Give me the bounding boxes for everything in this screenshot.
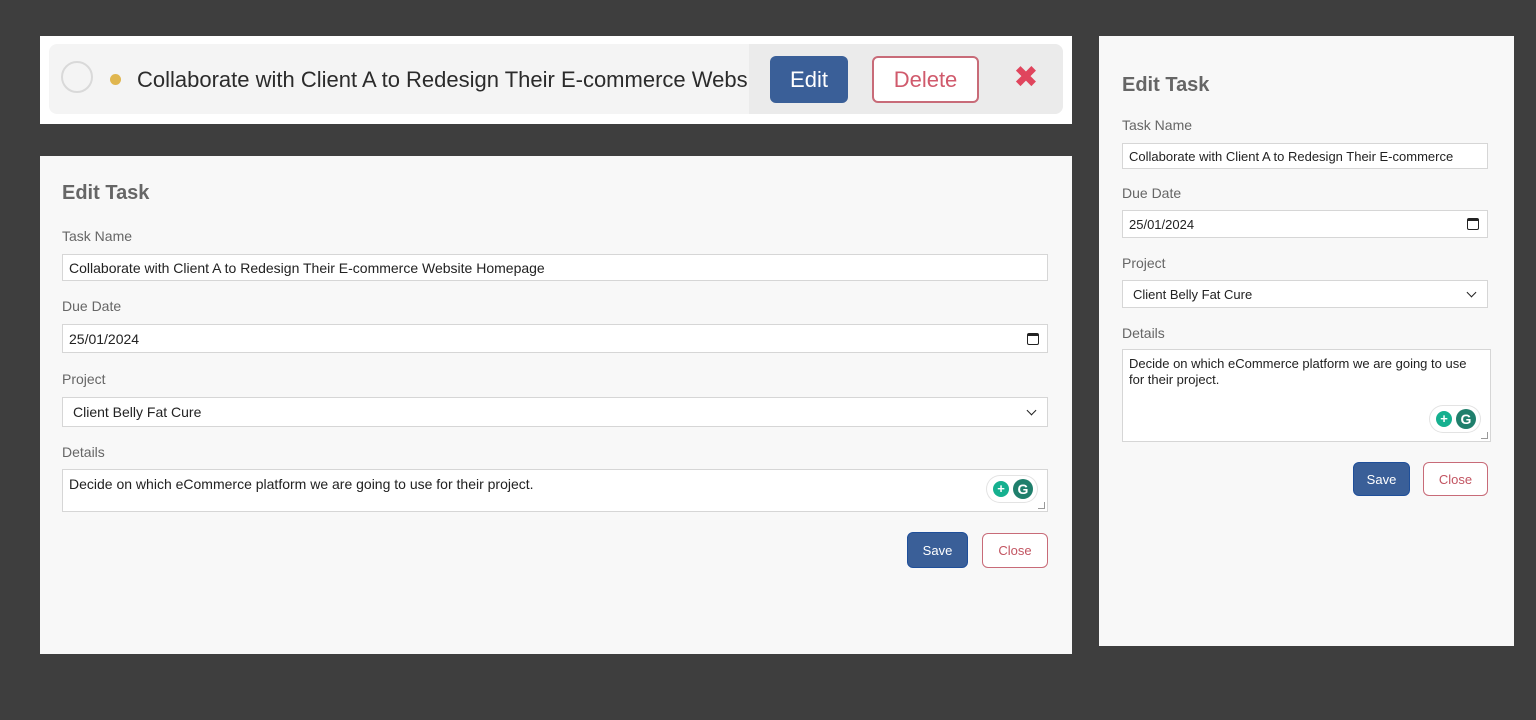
task-name-label: Task Name — [62, 228, 133, 244]
complete-checkbox-icon[interactable] — [61, 61, 93, 93]
task-row-actions: Edit Delete ✖ — [749, 44, 1063, 114]
details-label: Details — [62, 444, 105, 460]
project-select[interactable]: Client Belly Fat Cure — [1122, 280, 1488, 308]
chevron-down-icon — [1026, 405, 1037, 415]
task-row-card: Collaborate with Client A to Redesign Th… — [40, 36, 1072, 124]
close-button[interactable]: Close — [1423, 462, 1488, 496]
grammar-assistant-widget[interactable]: + G — [1430, 406, 1480, 432]
resize-handle-icon[interactable] — [1038, 502, 1045, 509]
details-textarea[interactable]: Decide on which eCommerce platform we ar… — [1122, 349, 1491, 442]
resize-handle-icon[interactable] — [1481, 432, 1488, 439]
lightbulb-icon[interactable]: + — [993, 481, 1009, 497]
project-selected-value: Client Belly Fat Cure — [73, 404, 202, 420]
grammarly-icon[interactable]: G — [1456, 409, 1476, 429]
panel-heading: Edit Task — [62, 182, 150, 204]
edit-button[interactable]: Edit — [770, 56, 848, 103]
due-date-label: Due Date — [1122, 185, 1182, 201]
task-row: Collaborate with Client A to Redesign Th… — [49, 44, 1063, 114]
task-name-label: Task Name — [1122, 117, 1193, 133]
project-selected-value: Client Belly Fat Cure — [1133, 286, 1253, 302]
edit-task-panel-small: Edit Task Task Name Collaborate with Cli… — [1099, 36, 1514, 646]
due-date-label: Due Date — [62, 298, 122, 314]
close-icon[interactable]: ✖ — [1011, 58, 1041, 98]
calendar-icon[interactable] — [1027, 332, 1039, 345]
save-button[interactable]: Save — [907, 532, 968, 568]
grammar-assistant-widget[interactable]: + G — [987, 476, 1037, 502]
lightbulb-icon[interactable]: + — [1436, 411, 1452, 427]
due-date-value: 25/01/2024 — [1129, 216, 1195, 232]
edit-task-panel-large: Edit Task Task Name Collaborate with Cli… — [40, 156, 1072, 654]
due-date-input[interactable]: 25/01/2024 — [1122, 210, 1488, 238]
panel-heading: Edit Task — [1122, 74, 1210, 96]
chevron-down-icon — [1466, 287, 1477, 297]
save-button[interactable]: Save — [1353, 462, 1410, 496]
close-button[interactable]: Close — [982, 533, 1048, 568]
details-text: Decide on which eCommerce platform we ar… — [69, 476, 534, 492]
task-name-input[interactable]: Collaborate with Client A to Redesign Th… — [1122, 143, 1488, 169]
task-title[interactable]: Collaborate with Client A to Redesign Th… — [137, 64, 777, 96]
priority-dot-icon — [110, 74, 121, 85]
task-name-input[interactable]: Collaborate with Client A to Redesign Th… — [62, 254, 1048, 281]
details-text: Decide on which eCommerce platform we ar… — [1129, 356, 1467, 387]
grammarly-icon[interactable]: G — [1013, 479, 1033, 499]
project-select[interactable]: Client Belly Fat Cure — [62, 397, 1048, 427]
delete-button[interactable]: Delete — [872, 56, 979, 103]
calendar-icon[interactable] — [1467, 218, 1479, 230]
due-date-value: 25/01/2024 — [69, 330, 140, 347]
project-label: Project — [1122, 255, 1166, 271]
project-label: Project — [62, 371, 106, 387]
details-textarea[interactable]: Decide on which eCommerce platform we ar… — [62, 469, 1048, 512]
due-date-input[interactable]: 25/01/2024 — [62, 324, 1048, 353]
details-label: Details — [1122, 325, 1165, 341]
